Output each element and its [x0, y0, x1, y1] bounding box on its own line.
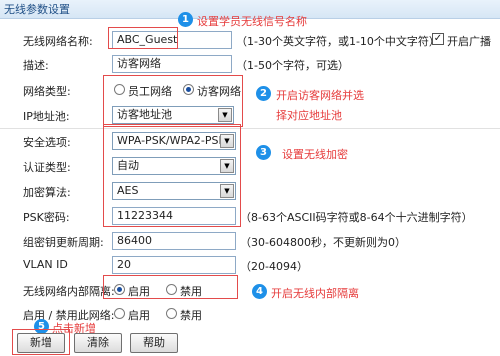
psk-row: PSK密码: 11223344 （8-63个ASCII码字符或8-64个十六进制…: [0, 205, 500, 227]
description-input[interactable]: 访客网络: [112, 55, 232, 73]
ssid-hint: （1-30个英文字符，或1-10个中文字符）: [236, 35, 440, 48]
broadcast-checkbox[interactable]: ✓: [432, 33, 444, 45]
annotation-badge-1: 1: [178, 12, 193, 27]
encryption-label: 加密算法:: [23, 186, 71, 199]
isolation-label: 无线网络内部隔离:: [23, 285, 115, 298]
rekey-input[interactable]: 86400: [112, 232, 236, 250]
annotation-text-1: 设置学员无线信号名称: [197, 15, 307, 28]
add-button[interactable]: 新增: [17, 333, 65, 353]
ssid-row: 无线网络名称: ABC_Guest （1-30个英文字符，或1-10个中文字符）…: [0, 29, 500, 51]
annotation-box-1: [108, 27, 178, 49]
enable-network-on-radio[interactable]: [114, 308, 125, 319]
rekey-row: 组密钥更新周期: 86400 （30-604800秒，不更新则为0）: [0, 230, 500, 252]
security-label: 安全选项:: [23, 136, 71, 149]
annotation-badge-4: 4: [252, 284, 267, 299]
network-type-row: 网络类型: 员工网络 访客网络: [0, 79, 500, 101]
vlan-label: VLAN ID: [23, 258, 68, 271]
psk-hint: （8-63个ASCII码字符或8-64个十六进制字符）: [240, 211, 473, 224]
description-hint: （1-50个字符，可选）: [236, 59, 349, 72]
ip-pool-label: IP地址池:: [23, 110, 70, 123]
vlan-row: VLAN ID 20 （20-4094）: [0, 254, 500, 276]
rekey-label: 组密钥更新周期:: [23, 236, 104, 249]
network-type-label: 网络类型:: [23, 85, 71, 98]
vlan-hint: （20-4094）: [240, 260, 308, 273]
annotation-box-4: [103, 275, 238, 299]
encryption-row: 加密算法: AES ▼: [0, 180, 500, 202]
enable-network-off-label: 禁用: [180, 309, 202, 322]
annotation-badge-2: 2: [256, 86, 271, 101]
ssid-label: 无线网络名称:: [23, 35, 93, 48]
psk-label: PSK密码:: [23, 211, 70, 224]
enable-network-off-radio[interactable]: [166, 308, 177, 319]
annotation-text-2a: 开启访客网络并选: [276, 89, 364, 102]
vlan-input[interactable]: 20: [112, 256, 236, 274]
auth-type-label: 认证类型:: [23, 161, 71, 174]
divider: [0, 128, 500, 129]
broadcast-label: 开启广播: [447, 35, 491, 48]
security-row: 安全选项: WPA-PSK/WPA2-PSK ▼: [0, 130, 500, 152]
isolation-row: 无线网络内部隔离: 启用 禁用: [0, 279, 500, 301]
rekey-hint: （30-604800秒，不更新则为0）: [240, 236, 406, 249]
description-row: 描述: 访客网络 （1-50个字符，可选）: [0, 53, 500, 75]
annotation-box-2: [103, 75, 243, 127]
ip-pool-row: IP地址池: 访客地址池 ▼: [0, 104, 500, 126]
annotation-box-3: [103, 124, 241, 227]
enable-network-on-label: 启用: [128, 309, 150, 322]
annotation-text-3: 设置无线加密: [282, 148, 348, 161]
clear-button[interactable]: 清除: [74, 333, 122, 353]
annotation-text-2b: 择对应地址池: [276, 109, 342, 122]
annotation-badge-3: 3: [256, 145, 271, 160]
auth-type-row: 认证类型: 自动 ▼: [0, 155, 500, 177]
description-label: 描述:: [23, 59, 49, 72]
help-button[interactable]: 帮助: [130, 333, 178, 353]
annotation-text-4: 开启无线内部隔离: [271, 287, 359, 300]
